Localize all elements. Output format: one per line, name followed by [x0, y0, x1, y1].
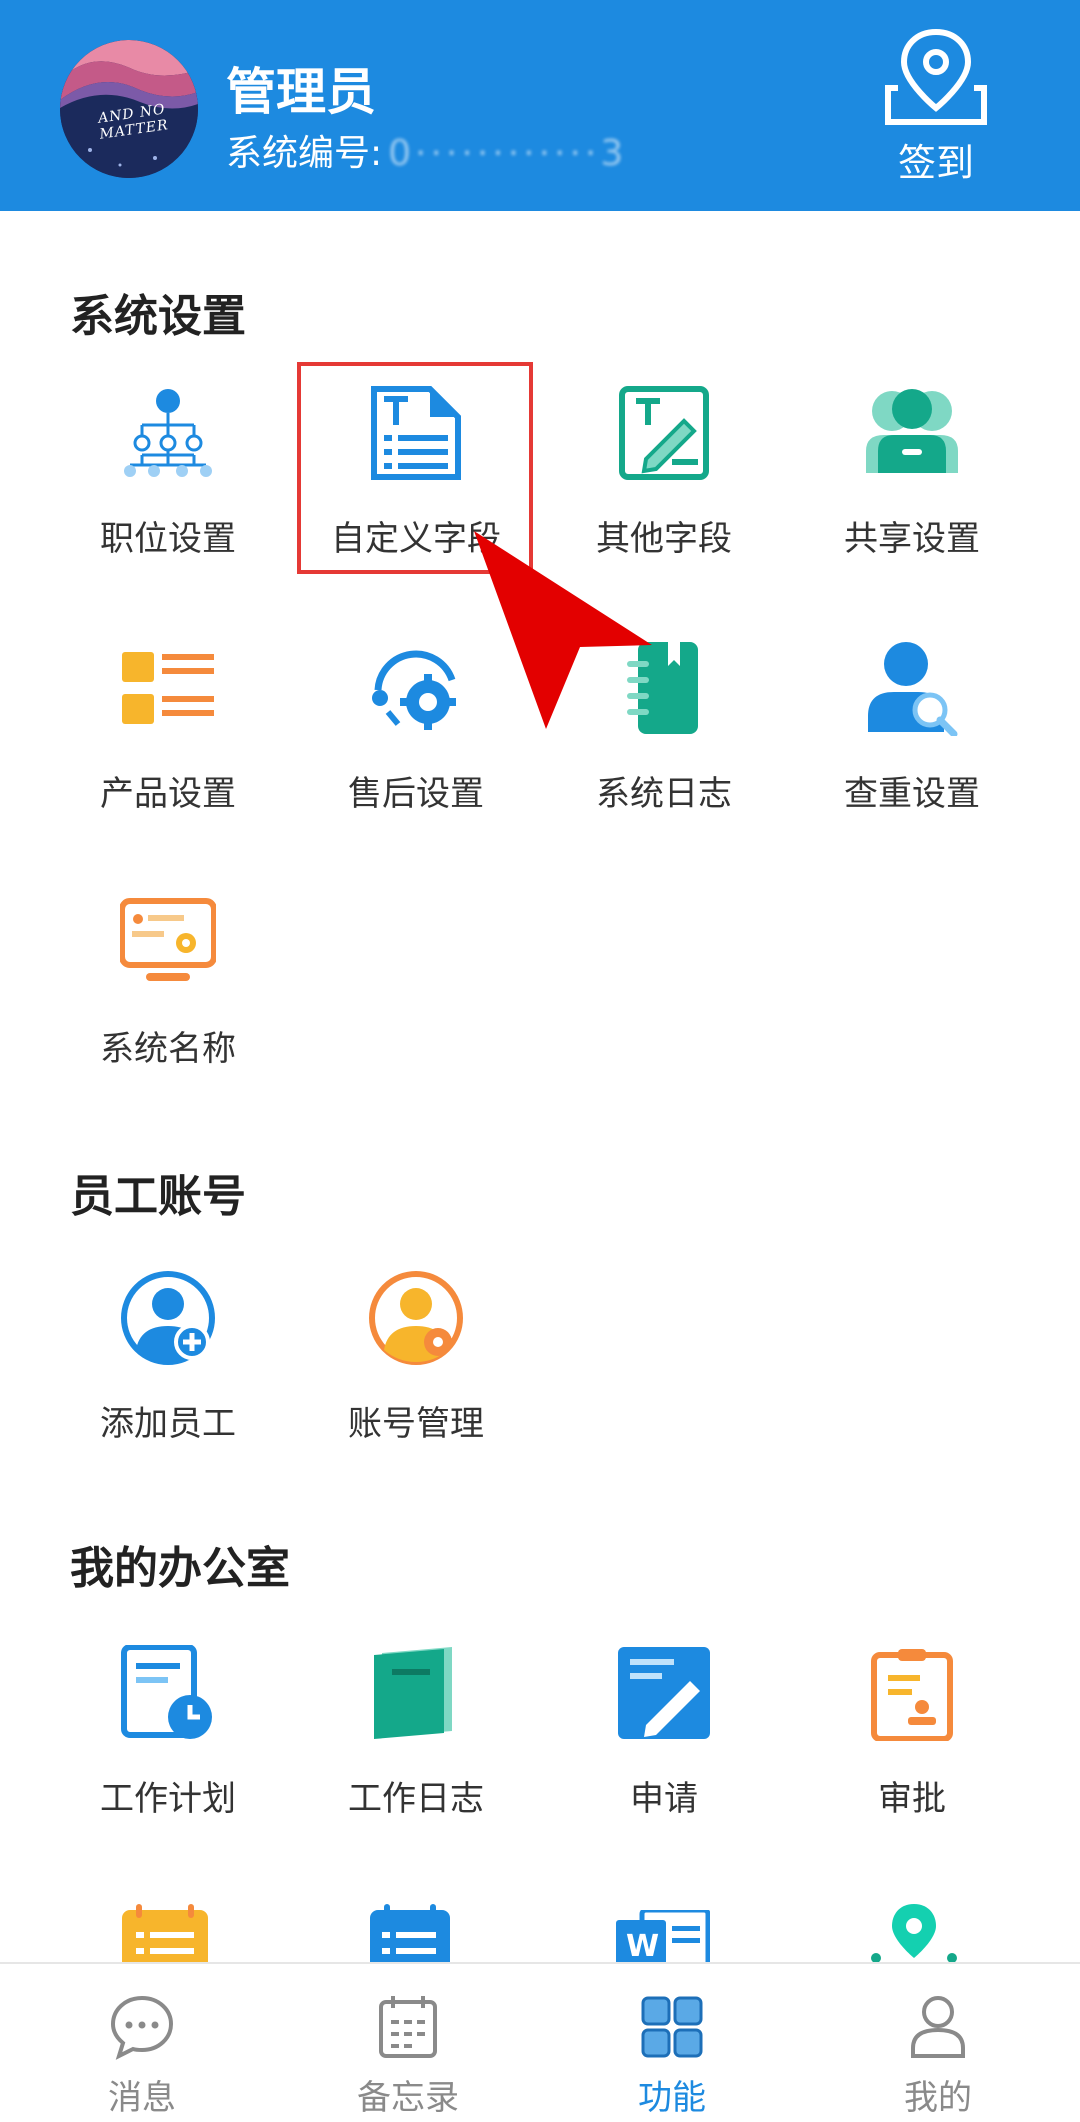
grid-item-label: 工作计划 [100, 1779, 236, 1819]
tab-label: 备忘录 [357, 2078, 459, 2118]
add-user-icon [121, 1271, 215, 1365]
grid-item-account-management[interactable]: 账号管理 [316, 1270, 516, 1445]
plan-clock-icon [121, 1644, 212, 1739]
person-icon [911, 1996, 965, 2058]
svg-text:W: W [626, 1929, 659, 1962]
tab-messages[interactable]: 消息 [42, 1992, 242, 2119]
grid-item-position-settings[interactable]: 职位设置 [68, 385, 268, 560]
book-icon [374, 1647, 452, 1739]
location-pin-icon [885, 28, 987, 125]
grid-item-label: 查重设置 [844, 774, 980, 814]
user-name: 管理员 [226, 63, 376, 121]
grid-item-label: 账号管理 [348, 1404, 484, 1444]
section-title-system: 系统设置 [70, 291, 246, 342]
avatar[interactable]: AND NO MATTER [60, 40, 198, 178]
system-id-line: 系统编号: 0············3 [226, 124, 627, 176]
section-title-staff: 员工账号 [70, 1171, 246, 1222]
user-search-icon [868, 642, 958, 738]
grid-item-product-settings[interactable]: 产品设置 [68, 640, 268, 815]
grid-item-label: 职位设置 [100, 519, 236, 559]
org-chart-icon [124, 389, 212, 477]
system-id-value: 0············3 [388, 133, 628, 174]
grid-item-duplicate-check-settings[interactable]: 查重设置 [812, 640, 1012, 815]
edit-field-icon [619, 386, 709, 480]
system-id-label: 系统编号: [226, 133, 383, 174]
tab-label: 消息 [108, 2078, 176, 2118]
tab-label: 我的 [904, 2078, 972, 2118]
checkin-label: 签到 [897, 141, 974, 185]
grid-item-label: 审批 [878, 1779, 946, 1819]
product-list-icon [122, 652, 214, 724]
grid-item-apply[interactable]: 申请 [564, 1645, 764, 1820]
pointer-arrow-icon [474, 531, 652, 729]
grid-item-add-staff[interactable]: 添加员工 [68, 1270, 268, 1445]
tab-label: 功能 [638, 2078, 706, 2118]
grid-item-label: 系统名称 [100, 1029, 236, 1069]
calendar-icon [379, 1996, 437, 2058]
grid-item-label: 产品设置 [100, 774, 236, 814]
grid-item-label: 添加员工 [100, 1404, 236, 1444]
task-calendar-icon[interactable] [368, 1904, 458, 1962]
grid-item-label: 售后设置 [348, 774, 484, 814]
grid-item-label: 申请 [630, 1779, 698, 1819]
section-title-office: 我的办公室 [70, 1543, 290, 1594]
grid-item-work-plan[interactable]: 工作计划 [68, 1644, 268, 1820]
partial-row: W [0, 1898, 1080, 1962]
tab-memo[interactable]: 备忘录 [308, 1992, 508, 2119]
apply-pen-icon [618, 1647, 710, 1739]
grid-item-label: 工作日志 [348, 1779, 484, 1819]
grid-item-work-log[interactable]: 工作日志 [316, 1645, 516, 1820]
approval-clipboard-icon [871, 1649, 953, 1742]
schedule-list-icon[interactable] [120, 1904, 210, 1962]
word-document-icon[interactable]: W [614, 1910, 710, 1962]
share-users-icon [866, 389, 958, 473]
grid-item-approval[interactable]: 审批 [812, 1645, 1012, 1820]
grid-item-label: 系统日志 [596, 774, 732, 814]
tab-mine[interactable]: 我的 [838, 1992, 1038, 2119]
bottom-tab-bar: 消息 备忘录 功能 我的 [0, 1962, 1080, 2122]
grid-icon [641, 1996, 703, 2058]
tab-functions[interactable]: 功能 [572, 1992, 772, 2119]
monitor-gear-icon [119, 898, 217, 981]
chat-bubble-icon [110, 1995, 174, 2060]
after-sales-gear-icon [372, 650, 456, 730]
location-icon[interactable] [866, 1902, 962, 1962]
checkin-button[interactable]: 签到 [880, 26, 992, 186]
grid-item-label: 共享设置 [844, 519, 980, 559]
grid-item-system-name[interactable]: 系统名称 [68, 895, 268, 1070]
user-gear-icon [369, 1271, 463, 1365]
profile-header: AND NO MATTER 管理员 系统编号: 0············3 签到 [0, 0, 1080, 211]
grid-item-share-settings[interactable]: 共享设置 [812, 385, 1012, 560]
